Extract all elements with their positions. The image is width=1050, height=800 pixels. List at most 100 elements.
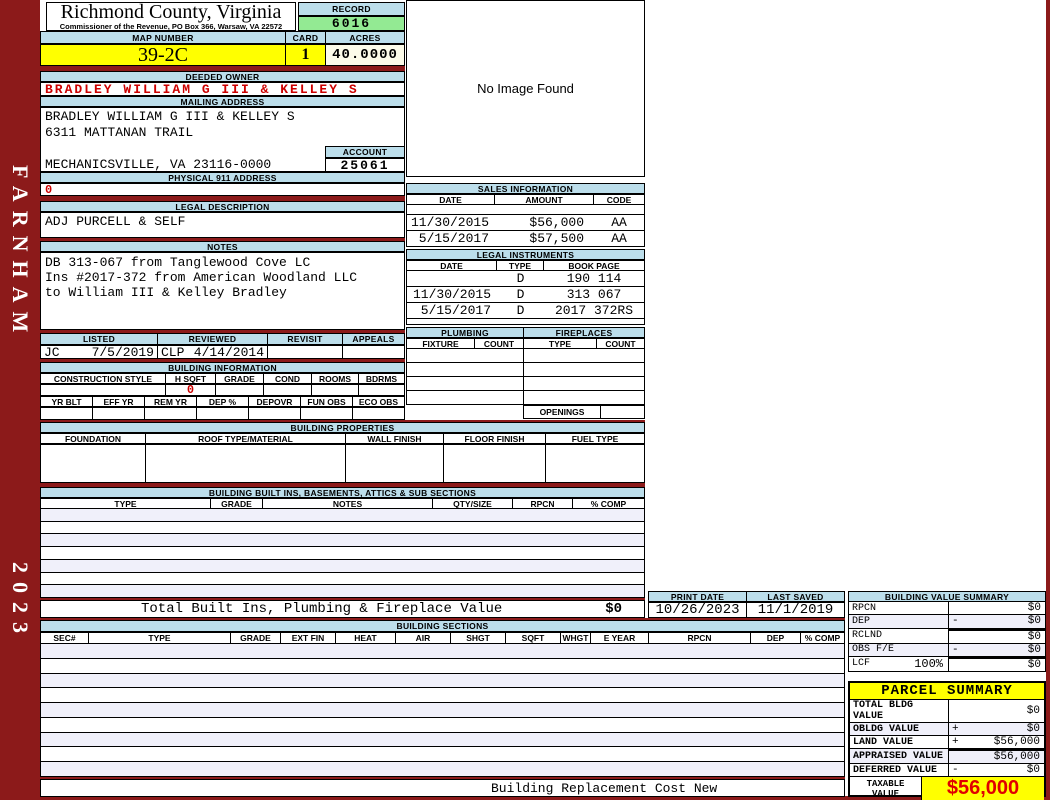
taxable-value: $56,000 bbox=[922, 777, 1044, 800]
empty-row bbox=[41, 718, 844, 733]
left-frame bbox=[0, 0, 40, 800]
building-information-header: BUILDING INFORMATION bbox=[40, 362, 405, 373]
column-header-code: CODE bbox=[606, 195, 632, 204]
mailing-address-header: MAILING ADDRESS bbox=[40, 96, 405, 107]
parcel-row: DEFERRED VALUE - $0 bbox=[850, 764, 1044, 776]
bvs-label: RPCN bbox=[852, 602, 877, 614]
empty-row bbox=[41, 747, 844, 763]
column-header-grade: GRADE bbox=[231, 633, 281, 643]
revisit-cell bbox=[268, 346, 343, 358]
sale-date: 5/15/2017 bbox=[418, 231, 489, 246]
funobs-value bbox=[301, 408, 353, 419]
account-value: 25061 bbox=[325, 158, 405, 173]
building-properties-header: BUILDING PROPERTIES bbox=[40, 422, 645, 433]
empty-row bbox=[41, 522, 644, 535]
column-header-fuel-type: FUEL TYPE bbox=[571, 434, 619, 443]
parcel-op: - bbox=[952, 764, 959, 776]
mailing-line-1: BRADLEY WILLIAM G III & KELLEY S bbox=[45, 109, 295, 124]
empty-row bbox=[41, 573, 644, 586]
county-subtitle: Commissioner of the Revenue, PO Box 366,… bbox=[59, 22, 283, 31]
column-header-date: DATE bbox=[407, 261, 497, 270]
built-ins-total-label: Total Built Ins, Plumbing & Fireplace Va… bbox=[141, 601, 503, 617]
column-header-air: AIR bbox=[396, 633, 451, 643]
column-header-grade: GRADE bbox=[211, 499, 263, 508]
built-ins-total-row: Total Built Ins, Plumbing & Fireplace Va… bbox=[40, 600, 645, 618]
parcel-value: $0 bbox=[1026, 764, 1040, 776]
card-label: CARD bbox=[286, 32, 326, 43]
parcel-summary: PARCEL SUMMARY TOTAL BLDG VALUE $0 OBLDG… bbox=[848, 681, 1046, 800]
sales-information-header: SALES INFORMATION bbox=[406, 183, 645, 194]
legal-instruments-table: D 190 114 11/30/2015 D 313 067 5/15/2017… bbox=[406, 271, 645, 325]
empty-row bbox=[41, 703, 844, 718]
built-ins-total-value: $0 bbox=[605, 601, 622, 617]
bvs-row: OBS F/E - $0 bbox=[849, 643, 1045, 657]
listed-label: LISTED bbox=[41, 334, 158, 344]
sales-table: 11/30/2015 $56,000 AA 5/15/2017 $57,500 … bbox=[406, 205, 645, 247]
column-header-book-page: BOOK PAGE bbox=[568, 261, 620, 270]
reviewed-by: CLP bbox=[161, 346, 185, 358]
photo-panel: No Image Found bbox=[406, 0, 645, 177]
acres-value: 40.0000 bbox=[326, 45, 404, 65]
appeals-cell bbox=[343, 346, 404, 358]
parcel-row: TOTAL BLDG VALUE $0 bbox=[850, 700, 1044, 723]
fireplaces-header: FIREPLACES bbox=[555, 327, 613, 338]
column-header-grade: GRADE bbox=[216, 374, 264, 383]
parcel-summary-title: PARCEL SUMMARY bbox=[850, 683, 1044, 700]
empty-row bbox=[41, 559, 644, 573]
built-ins-header: BUILDING BUILT INS, BASEMENTS, ATTICS & … bbox=[40, 487, 645, 498]
fuel-type-value bbox=[546, 445, 644, 482]
notes-line-2: Ins #2017-372 from American Woodland LLC bbox=[45, 270, 358, 285]
bvs-row: DEP - $0 bbox=[849, 615, 1045, 629]
ecoobs-value bbox=[353, 408, 404, 419]
sales-row: 5/15/2017 $57,500 AA bbox=[407, 231, 644, 246]
parcel-label: DEFERRED VALUE bbox=[853, 764, 938, 776]
account-header: ACCOUNT bbox=[325, 146, 405, 158]
column-header-pct-comp: % COMP bbox=[804, 633, 841, 643]
bvs-row: LCF 100% $0 bbox=[849, 656, 1045, 671]
instrument-type: D bbox=[516, 271, 525, 286]
column-header-sqft: SQFT bbox=[506, 633, 561, 643]
dep-pct-value bbox=[197, 408, 249, 419]
sale-date: 11/30/2015 bbox=[410, 215, 489, 230]
empty-row bbox=[407, 377, 644, 391]
column-header-roof: ROOF TYPE/MATERIAL bbox=[146, 434, 346, 443]
legal-instruments-header: LEGAL INSTRUMENTS bbox=[406, 249, 645, 260]
parcel-op: + bbox=[952, 736, 959, 748]
column-header-type: TYPE bbox=[41, 499, 211, 508]
column-header-bdrms: BDRMS bbox=[365, 374, 398, 383]
parcel-value: $56,000 bbox=[993, 736, 1040, 748]
sale-code: AA bbox=[611, 231, 627, 246]
property-record-card: { "frame": {"district": "FARNHAM", "year… bbox=[0, 0, 1050, 800]
county-title: Richmond County, Virginia bbox=[60, 1, 282, 23]
bvs-op: - bbox=[952, 615, 959, 628]
foundation-value bbox=[41, 445, 146, 482]
instrument-date: 11/30/2015 bbox=[412, 287, 491, 302]
parcel-op: + bbox=[952, 723, 959, 735]
footer-row: Building Replacement Cost New bbox=[40, 779, 845, 797]
bvs-value: $0 bbox=[1027, 615, 1041, 628]
building-value-summary-header: BUILDING VALUE SUMMARY bbox=[848, 591, 1046, 602]
bvs-label: LCF bbox=[852, 658, 871, 670]
taxable-row: TAXABLE VALUE $56,000 bbox=[850, 776, 1044, 800]
empty-row bbox=[41, 534, 644, 548]
column-header-qty-size: QTY/SIZE bbox=[433, 499, 513, 508]
instrument-row: 11/30/2015 D 313 067 bbox=[407, 287, 644, 303]
empty-row bbox=[41, 762, 844, 777]
column-header-sec: SEC# bbox=[41, 633, 89, 643]
building-sections-rows bbox=[40, 644, 845, 777]
physical-911-header: PHYSICAL 911 ADDRESS bbox=[40, 172, 405, 183]
column-header-dep: DEP bbox=[751, 633, 801, 643]
parcel-value: $0 bbox=[1026, 723, 1040, 735]
building-sections-header: BUILDING SECTIONS bbox=[40, 620, 845, 632]
bvs-op: - bbox=[952, 643, 959, 656]
legal-description-header: LEGAL DESCRIPTION bbox=[40, 201, 405, 212]
depovr-value bbox=[249, 408, 301, 419]
notes-header: NOTES bbox=[40, 241, 405, 252]
column-header-date: DATE bbox=[407, 195, 495, 204]
listed-cell: JC 7/5/2019 bbox=[41, 346, 158, 358]
map-number-label: MAP NUMBER bbox=[41, 32, 286, 43]
parcel-value: $56,000 bbox=[993, 751, 1040, 763]
footer-label: Building Replacement Cost New bbox=[491, 780, 718, 796]
bvs-row: RCLND $0 bbox=[849, 628, 1045, 644]
column-header-rpcn: RPCN bbox=[649, 633, 751, 643]
